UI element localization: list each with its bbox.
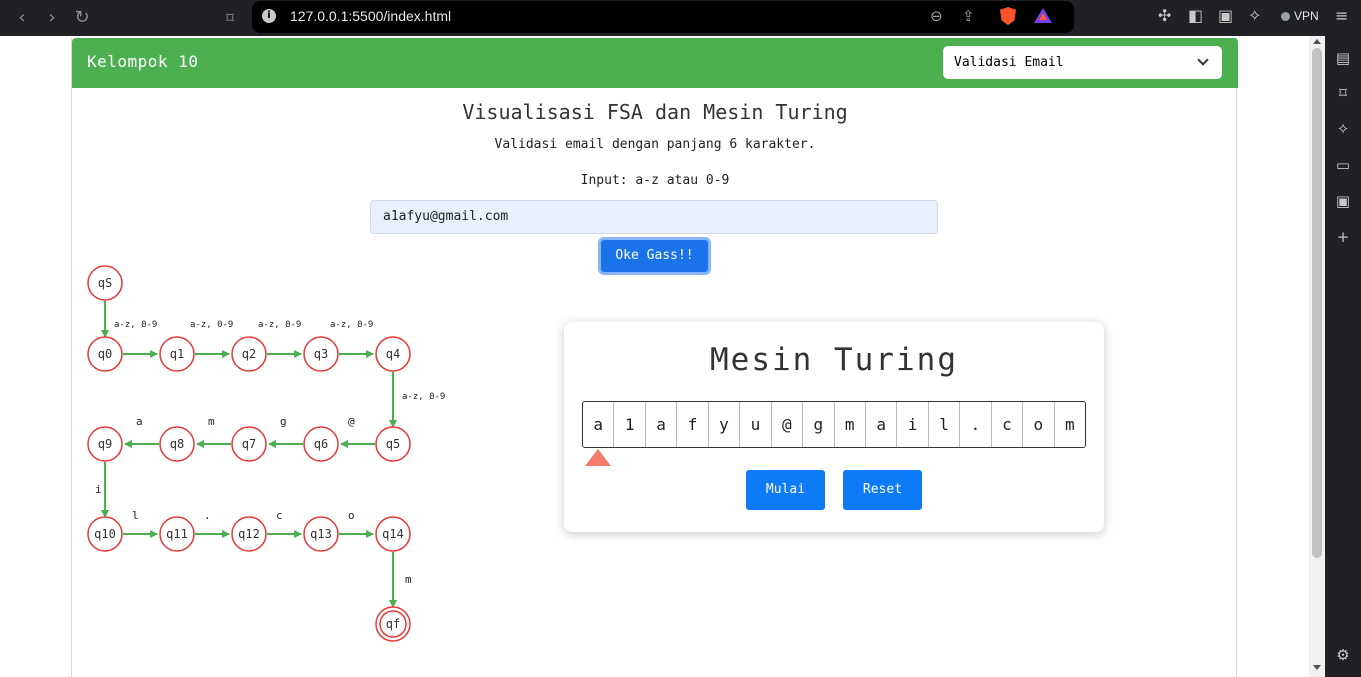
fsa-diagram: a-z, 0-9 a-z, 0-9 a-z, 0-9 a-z, 0-9 a-z,… <box>87 265 445 642</box>
reset-button[interactable]: Reset <box>843 470 922 510</box>
menu-icon[interactable]: ≡ <box>1335 6 1348 25</box>
forward-icon[interactable]: › <box>40 6 64 30</box>
tape-cell: l <box>929 402 961 447</box>
wallet-icon[interactable]: ▣ <box>1218 6 1233 25</box>
settings-gear-icon[interactable]: ⚙ <box>1334 646 1352 664</box>
extensions-icon[interactable]: ✣ <box>1158 6 1171 25</box>
tape-cell: . <box>960 402 992 447</box>
fsa-edge-label: l <box>132 509 139 522</box>
fsa-edge-label: i <box>95 483 102 496</box>
fsa-edge-label: m <box>405 573 412 586</box>
turing-title: Mesin Turing <box>710 342 958 378</box>
fsa-state-label: q3 <box>314 347 328 361</box>
tape-cell: g <box>803 402 835 447</box>
tape-cell: a <box>646 402 678 447</box>
brave-rewards-inner-icon <box>1039 13 1047 20</box>
validation-select[interactable]: Validasi Email <box>943 46 1222 79</box>
tape-cell: f <box>677 402 709 447</box>
vpn-status-icon <box>1281 11 1290 21</box>
chevron-down-icon <box>1197 54 1209 66</box>
tape-cell: m <box>835 402 866 447</box>
fsa-state-label: qS <box>98 276 112 290</box>
page-scrollbar[interactable] <box>1309 36 1325 677</box>
video-icon[interactable]: ▭ <box>1334 156 1352 174</box>
tape-cell: y <box>709 402 741 447</box>
tape-cell: o <box>1023 402 1055 447</box>
fsa-state-label: q9 <box>98 437 112 451</box>
fsa-state-label: q11 <box>166 527 188 541</box>
fsa-edge-label: c <box>276 509 283 522</box>
site-info-icon[interactable]: i <box>262 9 276 23</box>
turing-machine-card: Mesin Turing a 1 a f y u @ g m a i l . c… <box>564 322 1104 532</box>
fsa-edge-label: a-z, 0-9 <box>190 320 233 330</box>
share-icon[interactable]: ⇪ <box>962 7 975 25</box>
fsa-edge-label: . <box>204 509 211 522</box>
fsa-edge-label: m <box>208 415 215 428</box>
fsa-edge-label: o <box>348 509 355 522</box>
back-icon[interactable]: ‹ <box>10 6 34 30</box>
fsa-state-label: q13 <box>310 527 332 541</box>
fsa-edge-label: g <box>280 415 287 428</box>
fsa-edge-label: a-z, 0-9 <box>114 320 157 330</box>
tape-cell: 1 <box>614 402 646 447</box>
fsa-state-label: q8 <box>170 437 184 451</box>
tape-head-icon <box>584 449 611 466</box>
fsa-state-label: q1 <box>170 347 184 361</box>
zoom-icon[interactable]: ⊖ <box>930 7 943 25</box>
scroll-down-icon[interactable] <box>1313 665 1321 670</box>
sidebar-toggle-icon[interactable]: ◧ <box>1188 6 1203 25</box>
fsa-edge-label: @ <box>348 415 355 428</box>
fsa-state-label: q4 <box>386 347 400 361</box>
leo-icon[interactable]: ✧ <box>1334 120 1352 138</box>
vpn-button[interactable]: VPN <box>1277 6 1325 26</box>
scroll-up-icon[interactable] <box>1313 39 1321 44</box>
fsa-state-label: q6 <box>314 437 328 451</box>
fsa-state-label: q7 <box>242 437 256 451</box>
url-text[interactable]: 127.0.0.1:5500/index.html <box>290 8 451 24</box>
reading-list-icon[interactable]: ▤ <box>1334 49 1352 67</box>
bookmarks-icon[interactable]: ⌑ <box>1334 84 1352 102</box>
fsa-state-label: q0 <box>98 347 112 361</box>
scroll-thumb[interactable] <box>1312 48 1322 558</box>
tape-cell: m <box>1064 415 1075 434</box>
tape-cell: a <box>583 402 615 447</box>
add-panel-icon[interactable]: + <box>1334 228 1352 246</box>
fsa-state-label: qf <box>386 617 400 631</box>
app-container: Kelompok 10 Validasi Email Visualisasi F… <box>71 38 1238 677</box>
fsa-edge-label: a <box>136 415 143 428</box>
tape-cell: i <box>897 402 929 447</box>
vpn-label: VPN <box>1294 9 1319 23</box>
bookmark-icon[interactable]: ⌑ <box>218 6 242 30</box>
fsa-state-label: q14 <box>382 527 404 541</box>
browser-toolbar: ‹ › ↻ ⌑ i 127.0.0.1:5500/index.html ⊖ ⇪ … <box>0 0 1361 36</box>
browser-sidepanel: ▤ ⌑ ✧ ▭ ▣ + ⚙ <box>1325 36 1361 677</box>
submit-button[interactable]: Oke Gass!! <box>598 237 711 275</box>
fsa-state-label: q2 <box>242 347 256 361</box>
tape-cell: @ <box>772 402 804 447</box>
fsa-state-label: q5 <box>386 437 400 451</box>
tape-cell: u <box>740 402 772 447</box>
fsa-state-label: q10 <box>94 527 116 541</box>
wallet-side-icon[interactable]: ▣ <box>1334 192 1352 210</box>
fsa-edge-label: a-z, 0-9 <box>330 320 373 330</box>
tape-cell: c <box>992 402 1024 447</box>
tape-cell: a <box>866 402 898 447</box>
fsa-state-label: q12 <box>238 527 260 541</box>
leo-ai-icon[interactable]: ✧ <box>1248 6 1261 25</box>
start-button[interactable]: Mulai <box>746 470 825 510</box>
fsa-edge-label: a-z, 0-9 <box>258 320 301 330</box>
reload-icon[interactable]: ↻ <box>70 6 94 30</box>
select-value: Validasi Email <box>954 55 1064 70</box>
page-viewport: Kelompok 10 Validasi Email Visualisasi F… <box>0 36 1309 677</box>
fsa-edge-label: a-z, 0-9 <box>402 392 445 402</box>
turing-tape: a 1 a f y u @ g m a i l . c o m <box>582 401 1086 448</box>
address-bar[interactable]: i 127.0.0.1:5500/index.html ⊖ ⇪ <box>252 1 1074 33</box>
